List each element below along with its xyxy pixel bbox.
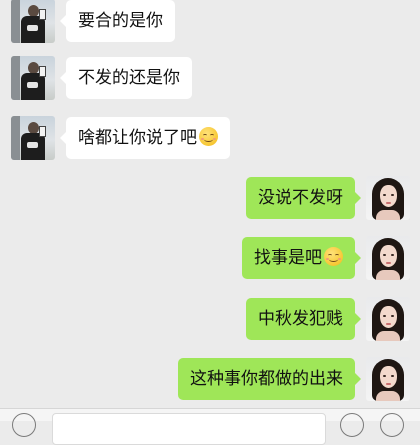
message-row: 中秋发犯贱: [230, 297, 410, 341]
message-row: 要合的是你: [11, 0, 181, 43]
message-text: 这种事你都做的出来: [190, 369, 343, 389]
user-avatar[interactable]: [366, 236, 410, 280]
message-row: 啥都让你说了吧: [11, 116, 251, 160]
smiling-face-icon: [199, 127, 218, 146]
message-text: 啥都让你说了吧: [78, 128, 197, 148]
voice-input-icon[interactable]: [12, 413, 36, 437]
message-bubble-incoming[interactable]: 啥都让你说了吧: [60, 117, 230, 159]
message-bubble-incoming[interactable]: 要合的是你: [60, 0, 175, 42]
message-text: 不发的还是你: [78, 68, 180, 88]
message-text: 要合的是你: [78, 11, 163, 31]
message-text: 没说不发呀: [258, 188, 343, 208]
contact-avatar[interactable]: [11, 116, 55, 160]
message-row: 这种事你都做的出来: [140, 357, 410, 401]
more-options-icon[interactable]: [380, 413, 404, 437]
contact-avatar[interactable]: [11, 56, 55, 100]
input-bar: [0, 408, 420, 445]
message-bubble-outgoing[interactable]: 找事是吧: [242, 237, 361, 279]
message-bubble-outgoing[interactable]: 没说不发呀: [246, 177, 361, 219]
message-row: 找事是吧: [230, 236, 410, 280]
message-row: 不发的还是你: [11, 56, 211, 100]
smiling-face-icon: [324, 247, 343, 266]
message-bubble-incoming[interactable]: 不发的还是你: [60, 57, 192, 99]
user-avatar[interactable]: [366, 297, 410, 341]
message-bubble-outgoing[interactable]: 这种事你都做的出来: [178, 358, 361, 400]
user-avatar[interactable]: [366, 357, 410, 401]
contact-avatar[interactable]: [11, 0, 55, 43]
message-row: 没说不发呀: [230, 176, 410, 220]
message-text: 找事是吧: [254, 248, 322, 268]
message-text: 中秋发犯贱: [258, 309, 343, 329]
message-input[interactable]: [52, 413, 326, 445]
user-avatar[interactable]: [366, 176, 410, 220]
message-bubble-outgoing[interactable]: 中秋发犯贱: [246, 298, 361, 340]
emoji-picker-icon[interactable]: [340, 413, 364, 437]
chat-area[interactable]: 要合的是你 不发的还是你 啥都让你说了吧 没说不发呀 找事是吧 中秋发犯贱 这种…: [0, 0, 420, 420]
